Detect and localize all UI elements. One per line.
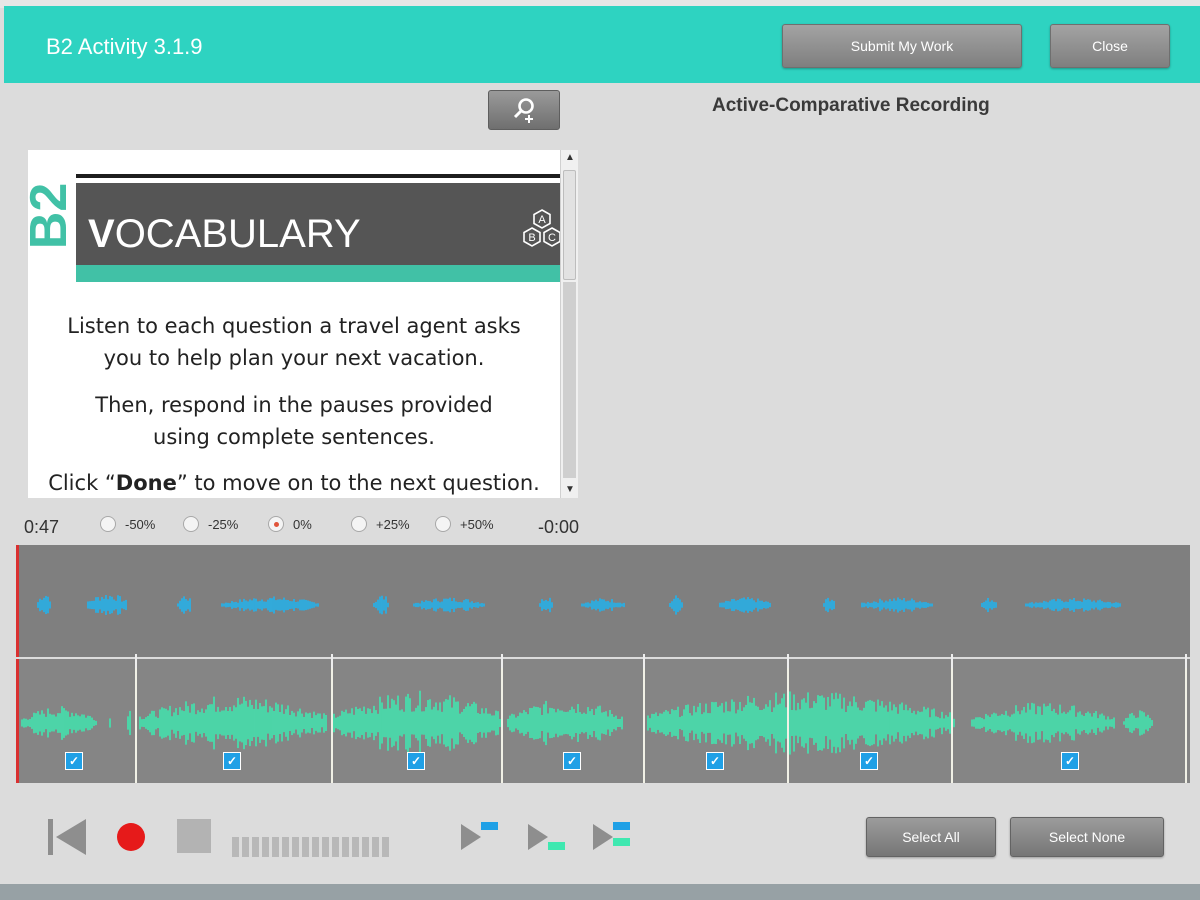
segment-checkbox[interactable]: ✓: [65, 752, 83, 770]
skip-to-start-icon[interactable]: [46, 815, 90, 859]
banner-top-stripe: [76, 174, 560, 178]
source-waveform: [37, 595, 1121, 615]
svg-text:B: B: [528, 232, 535, 244]
instruction-panel[interactable]: B2 VOCABULARY A B C Listen to each quest…: [28, 150, 578, 498]
segment-checkbox[interactable]: ✓: [1061, 752, 1079, 770]
speed-option-0[interactable]: 0%: [268, 516, 312, 532]
segment-tick: [951, 654, 953, 668]
segment-checkbox[interactable]: ✓: [223, 752, 241, 770]
header-bar: B2 Activity 3.1.9 Submit My Work Close: [4, 6, 1200, 83]
activity-title: B2 Activity 3.1.9: [46, 34, 203, 59]
instruction-paragraph-2: Then, respond in the pauses provided usi…: [28, 389, 560, 453]
play-student-icon[interactable]: [524, 820, 568, 854]
radio-button[interactable]: [351, 516, 367, 532]
segment-checkbox[interactable]: ✓: [706, 752, 724, 770]
segment-tick: [643, 654, 645, 668]
vocab-first-letter: V: [88, 212, 115, 256]
play-source-icon[interactable]: [457, 820, 501, 854]
segment-divider[interactable]: [787, 659, 789, 783]
banner-accent-stripe: [76, 265, 560, 282]
segment-tick: [1185, 654, 1187, 668]
radio-button[interactable]: [183, 516, 199, 532]
segment-tick: [787, 654, 789, 668]
speed-label: -25%: [208, 516, 239, 532]
playhead-bottom[interactable]: [16, 659, 19, 783]
svg-text:A: A: [538, 214, 546, 226]
instruction-paragraph-1: Listen to each question a travel agent a…: [28, 310, 560, 374]
speed-option-minus50[interactable]: -50%: [100, 516, 155, 532]
segment-tick: [135, 654, 137, 668]
instruction-line: you to help plan your next vacation.: [103, 346, 485, 370]
close-button[interactable]: Close: [1050, 24, 1170, 68]
source-waveform-track[interactable]: [16, 545, 1190, 657]
scroll-down-arrow-icon[interactable]: ▼: [562, 482, 578, 498]
radio-button[interactable]: [100, 516, 116, 532]
speed-label: +50%: [460, 516, 494, 532]
segment-checkbox[interactable]: ✓: [407, 752, 425, 770]
footer-bar: [0, 884, 1200, 900]
segment-divider[interactable]: [1185, 659, 1187, 783]
vocab-rest: OCABULARY: [114, 212, 361, 256]
radio-button-selected[interactable]: [268, 516, 284, 532]
instruction-paragraph-3: Click “Done” to move on to the next ques…: [28, 467, 560, 498]
segment-checkbox[interactable]: ✓: [860, 752, 878, 770]
segment-divider[interactable]: [643, 659, 645, 783]
submit-work-button[interactable]: Submit My Work: [782, 24, 1022, 68]
svg-text:C: C: [548, 232, 556, 244]
time-remaining: -0:00: [538, 517, 580, 537]
instruction-content: B2 VOCABULARY A B C Listen to each quest…: [28, 150, 561, 498]
time-elapsed: 0:47: [24, 517, 60, 537]
speed-label: 0%: [293, 516, 312, 532]
vocabulary-heading: VOCABULARY: [88, 212, 361, 257]
b2-level-tag: B2: [28, 183, 68, 249]
segment-tick: [331, 654, 333, 668]
segment-divider[interactable]: [135, 659, 137, 783]
select-none-button[interactable]: Select None: [1010, 817, 1164, 857]
scroll-up-arrow-icon[interactable]: ▲: [562, 150, 578, 166]
speed-label: +25%: [376, 516, 410, 532]
speed-option-plus25[interactable]: +25%: [351, 516, 410, 532]
record-icon[interactable]: [115, 821, 147, 853]
activity-window: B2 Activity 3.1.9 Submit My Work Close A…: [0, 0, 1200, 900]
recording-title: Active-Comparative Recording: [712, 95, 990, 116]
svg-text:B2: B2: [28, 183, 68, 249]
scroll-track: [563, 282, 576, 478]
instruction-line: Then, respond in the pauses provided: [95, 393, 493, 417]
instruction-suffix: ” to move on to the next question.: [176, 471, 540, 495]
playhead-top[interactable]: [16, 545, 19, 657]
student-waveform-track[interactable]: [16, 659, 1190, 783]
abc-hexagons-icon: A B C: [523, 209, 561, 247]
speed-controls: 0:47 -50% -25% 0% +25% +50% -0:00: [0, 510, 600, 542]
speed-option-minus25[interactable]: -25%: [183, 516, 238, 532]
segment-checkbox[interactable]: ✓: [563, 752, 581, 770]
speed-option-plus50[interactable]: +50%: [435, 516, 494, 532]
zoom-magnifier-icon: [513, 98, 534, 123]
stop-icon[interactable]: [175, 817, 213, 855]
done-keyword: Done: [115, 471, 177, 495]
instruction-line: using complete sentences.: [153, 425, 435, 449]
speed-label: -50%: [125, 516, 156, 532]
instruction-line: Listen to each question a travel agent a…: [67, 314, 521, 338]
select-all-button[interactable]: Select All: [866, 817, 996, 857]
panel-scrollbar[interactable]: ▲ ▼: [560, 150, 578, 498]
student-waveform: [21, 690, 1153, 756]
input-level-meter: [232, 837, 389, 857]
segment-divider[interactable]: [331, 659, 333, 783]
scroll-thumb[interactable]: [563, 170, 576, 280]
instruction-prefix: Click “: [48, 471, 116, 495]
zoom-button[interactable]: [488, 90, 560, 130]
segment-tick: [501, 654, 503, 668]
radio-button[interactable]: [435, 516, 451, 532]
play-both-icon[interactable]: [589, 820, 633, 854]
segment-divider[interactable]: [951, 659, 953, 783]
segment-divider[interactable]: [501, 659, 503, 783]
